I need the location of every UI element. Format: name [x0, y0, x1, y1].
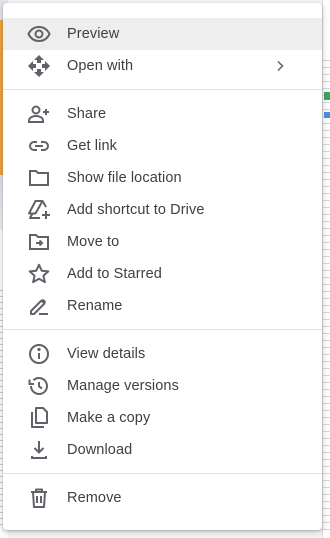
menu-item-label: Download	[67, 442, 133, 458]
menu-item-label: Move to	[67, 234, 120, 250]
menu-item-preview[interactable]: Preview	[3, 18, 322, 50]
info-icon	[27, 342, 51, 366]
menu-item-move-to[interactable]: Move to	[3, 226, 322, 258]
folder-icon	[27, 166, 51, 190]
menu-item-view-details[interactable]: View details	[3, 338, 322, 370]
move-to-folder-icon	[27, 230, 51, 254]
menu-item-label: Rename	[67, 298, 123, 314]
background-accent-green	[324, 92, 330, 100]
open-with-icon	[27, 54, 51, 78]
menu-item-label: View details	[67, 346, 146, 362]
drive-shortcut-icon	[27, 198, 51, 222]
menu-item-add-to-starred[interactable]: Add to Starred	[3, 258, 322, 290]
menu-item-download[interactable]: Download	[3, 434, 322, 466]
menu-item-make-a-copy[interactable]: Make a copy	[3, 402, 322, 434]
menu-item-open-with[interactable]: Open with	[3, 50, 322, 82]
context-menu: Preview Open with Share Get link Show fi…	[3, 3, 322, 530]
menu-item-manage-versions[interactable]: Manage versions	[3, 370, 322, 402]
menu-item-add-shortcut[interactable]: Add shortcut to Drive	[3, 194, 322, 226]
menu-divider	[3, 473, 322, 474]
eye-icon	[27, 22, 51, 46]
background-panel-text	[323, 60, 330, 530]
menu-item-label: Get link	[67, 138, 117, 154]
menu-item-label: Make a copy	[67, 410, 151, 426]
menu-item-rename[interactable]: Rename	[3, 290, 322, 322]
star-icon	[27, 262, 51, 286]
background-accent-blue	[324, 112, 330, 118]
menu-item-label: Add to Starred	[67, 266, 162, 282]
menu-item-label: Open with	[67, 58, 134, 74]
menu-item-remove[interactable]: Remove	[3, 482, 322, 514]
menu-item-label: Add shortcut to Drive	[67, 202, 205, 218]
menu-item-label: Remove	[67, 490, 122, 506]
chevron-right-icon	[272, 58, 288, 74]
menu-item-label: Show file location	[67, 170, 182, 186]
menu-divider	[3, 329, 322, 330]
pencil-icon	[27, 294, 51, 318]
menu-item-label: Manage versions	[67, 378, 179, 394]
copy-icon	[27, 406, 51, 430]
download-icon	[27, 438, 51, 462]
add-person-icon	[27, 102, 51, 126]
menu-item-show-file-location[interactable]: Show file location	[3, 162, 322, 194]
menu-item-label: Share	[67, 106, 107, 122]
history-icon	[27, 374, 51, 398]
menu-item-get-link[interactable]: Get link	[3, 130, 322, 162]
menu-divider	[3, 89, 322, 90]
trash-icon	[27, 486, 51, 510]
link-icon	[27, 134, 51, 158]
menu-item-share[interactable]: Share	[3, 98, 322, 130]
menu-item-label: Preview	[67, 26, 120, 42]
